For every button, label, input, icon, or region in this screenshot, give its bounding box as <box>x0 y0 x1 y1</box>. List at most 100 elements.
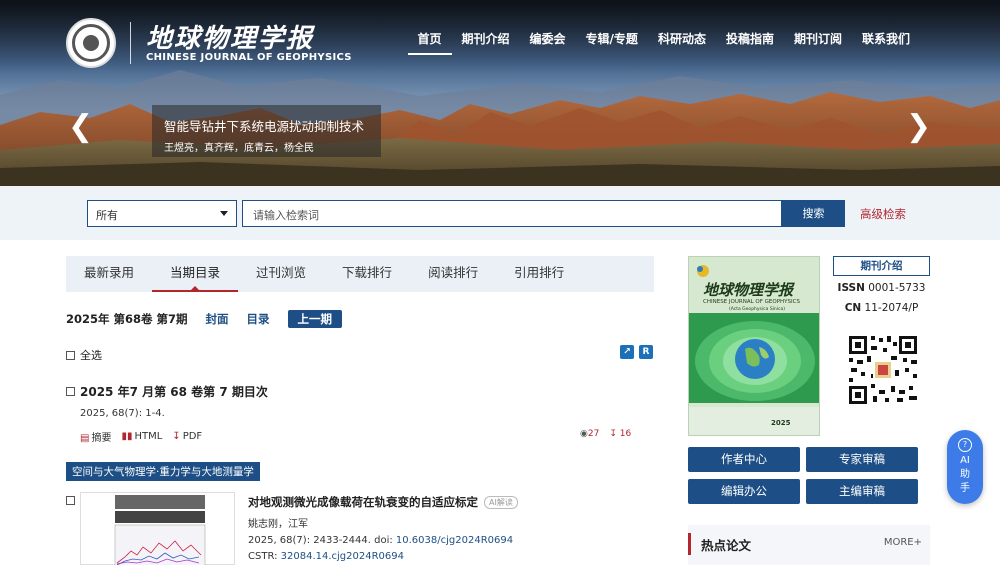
article-title[interactable]: 对地观测微光成像载荷在轨衰变的自适应标定 <box>248 494 478 510</box>
nav-special-issues[interactable]: 专辑/专题 <box>576 30 648 55</box>
ai-assistant-label-1: AI <box>960 455 970 466</box>
nav-editorial-board[interactable]: 编委会 <box>520 30 576 55</box>
eye-icon: ◉ <box>580 429 588 439</box>
hot-papers-accent <box>688 533 691 555</box>
cn-number: CN 11-2074/P <box>833 302 930 314</box>
download-icon: ↧ <box>172 431 181 442</box>
ai-badge[interactable]: AI解读 <box>484 495 518 509</box>
advanced-search-link[interactable]: 高级检索 <box>860 206 906 222</box>
article-title-row: 对地观测微光成像载荷在轨衰变的自适应标定 AI解读 <box>248 494 648 510</box>
ai-assistant-button[interactable]: ? AI 助 手 <box>947 430 983 504</box>
article-authors: 姚志刚，江军 <box>248 519 308 530</box>
doi-link[interactable]: 10.6038/cjg2024R0694 <box>396 535 513 546</box>
article-cite-text: 2025, 68(7): 2433-2444. doi: <box>248 535 396 546</box>
toc-article-title[interactable]: 2025 年7 月第 68 卷第 7 期目次 <box>80 383 268 400</box>
search-input[interactable]: 请输入检索词 <box>242 200 782 227</box>
article-cstr: CSTR: 32084.14.cjg2024R0694 <box>248 551 648 562</box>
toc-article-stats: ◉27 ↧ 16 <box>580 429 631 439</box>
hot-papers-more-link[interactable]: MORE+ <box>884 537 922 548</box>
issn: ISSN 0001-5733 <box>833 282 930 294</box>
abstract-icon: ▤ <box>80 433 90 444</box>
tab-current-issue[interactable]: 当期目录 <box>152 256 239 292</box>
slide-authors: 王煜亮，真齐辉，底青云，杨全民 <box>164 143 314 154</box>
prev-issue-button[interactable]: 上一期 <box>287 310 343 328</box>
select-all-label: 全选 <box>80 349 102 362</box>
cstr-link[interactable]: 32084.14.cjg2024R0694 <box>281 551 404 562</box>
qr-code-icon <box>847 334 919 406</box>
slide-caption[interactable]: 智能导钻井下系统电源扰动抑制技术 王煜亮，真齐辉，底青云，杨全民 <box>152 105 381 157</box>
top-navigation: 首页 期刊介绍 编委会 专辑/专题 科研动态 投稿指南 期刊订阅 联系我们 <box>407 30 921 55</box>
html-link[interactable]: ▮▮ HTML <box>121 431 162 442</box>
article-checkbox[interactable] <box>66 496 75 505</box>
nav-subscription[interactable]: 期刊订阅 <box>784 30 852 55</box>
page: 地球物理学报 CHINESE JOURNAL OF GEOPHYSICS 首页 … <box>0 0 1000 565</box>
tab-citation-rank[interactable]: 引用排行 <box>496 256 582 292</box>
article-thumbnail[interactable] <box>80 492 235 565</box>
journal-intro-button[interactable]: 期刊介绍 <box>833 256 930 276</box>
logo-divider <box>130 22 131 64</box>
editor-office-button[interactable]: 编辑办公 <box>688 479 800 504</box>
downloads-stat: ↧ 16 <box>609 429 631 439</box>
tab-latest-accepted[interactable]: 最新录用 <box>66 256 152 292</box>
nav-submission-guide[interactable]: 投稿指南 <box>716 30 784 55</box>
journal-cover[interactable]: 地球物理学报 CHINESE JOURNAL OF GEOPHYSICS (Ac… <box>688 256 820 436</box>
views-stat: ◉27 <box>580 429 599 439</box>
article: 对地观测微光成像载荷在轨衰变的自适应标定 AI解读 姚志刚，江军 2025, 6… <box>248 494 648 562</box>
ai-assistant-label-3: 手 <box>960 483 970 494</box>
chevron-down-icon <box>220 211 228 216</box>
cn-value: 11-2074/P <box>864 302 919 314</box>
next-slide-icon[interactable]: ❯ <box>906 112 931 142</box>
ai-assistant-icon: ? <box>958 438 972 452</box>
author-center-button[interactable]: 作者中心 <box>688 447 800 472</box>
cover-link[interactable]: 封面 <box>206 311 229 327</box>
search-scope-value: 所有 <box>96 209 118 222</box>
issn-value: 0001-5733 <box>868 282 926 294</box>
abstract-label: 摘要 <box>91 433 112 444</box>
views-count: 27 <box>587 429 600 439</box>
toc-article-links: ▤ 摘要 ▮▮ HTML ↧ PDF <box>80 429 268 444</box>
prev-slide-icon[interactable]: ❮ <box>68 112 93 142</box>
expert-review-button[interactable]: 专家审稿 <box>806 447 918 472</box>
pdf-label: PDF <box>182 431 203 442</box>
select-all[interactable]: 全选 <box>66 347 102 363</box>
issue-label: 2025年 第68卷 第7期 <box>66 312 188 326</box>
hot-papers-title: 热点论文 <box>701 538 752 553</box>
toc-article-cite: 2025, 68(7): 1-4. <box>80 408 165 419</box>
chief-editor-review-button[interactable]: 主编审稿 <box>806 479 918 504</box>
tab-read-rank[interactable]: 阅读排行 <box>410 256 496 292</box>
hot-papers-header: 热点论文 MORE+ <box>688 525 930 565</box>
cn-label: CN <box>844 302 862 314</box>
toolbar-icons: ↗ R <box>620 345 653 359</box>
book-icon: ▮▮ <box>121 431 133 442</box>
journal-title-en: CHINESE JOURNAL OF GEOPHYSICS <box>146 52 352 63</box>
html-label: HTML <box>134 431 163 442</box>
issue-line: 2025年 第68卷 第7期 封面 目录 上一期 <box>66 310 343 328</box>
nav-journal-intro[interactable]: 期刊介绍 <box>452 30 520 55</box>
rss-icon[interactable]: R <box>639 345 653 359</box>
cover-subtitle: CHINESE JOURNAL OF GEOPHYSICS <box>703 299 800 305</box>
nav-home[interactable]: 首页 <box>407 30 452 55</box>
nav-contact[interactable]: 联系我们 <box>852 30 920 55</box>
nav-research-news[interactable]: 科研动态 <box>648 30 716 55</box>
section-tag: 空间与大气物理学·重力学与大地测量学 <box>66 462 260 481</box>
search-button[interactable]: 搜索 <box>782 200 845 227</box>
export-icon[interactable]: ↗ <box>620 345 634 359</box>
pdf-link[interactable]: ↧ PDF <box>172 431 202 442</box>
toc-article-checkbox[interactable] <box>66 387 75 396</box>
tab-past-issues[interactable]: 过刊浏览 <box>238 256 324 292</box>
downloads-count: 16 <box>619 429 632 439</box>
journal-title-cn: 地球物理学报 <box>146 24 315 54</box>
article-figure-image <box>114 495 206 565</box>
select-all-checkbox[interactable] <box>66 350 75 360</box>
toc-article-title-row: 2025 年7 月第 68 卷第 7 期目次 <box>66 383 268 400</box>
ai-assistant-label-2: 助 <box>960 469 970 480</box>
search-scope-select[interactable]: 所有 <box>87 200 237 227</box>
cstr-label: CSTR: <box>248 551 281 562</box>
abstract-link[interactable]: ▤ 摘要 <box>80 429 111 444</box>
toc-link[interactable]: 目录 <box>247 311 270 327</box>
journal-logo-icon[interactable] <box>66 18 116 68</box>
tab-download-rank[interactable]: 下载排行 <box>324 256 410 292</box>
content-tabs: 最新录用 当期目录 过刊浏览 下载排行 阅读排行 引用排行 <box>66 256 654 292</box>
slide-title[interactable]: 智能导钻井下系统电源扰动抑制技术 <box>164 116 369 135</box>
cover-title: 地球物理学报 <box>703 281 794 299</box>
